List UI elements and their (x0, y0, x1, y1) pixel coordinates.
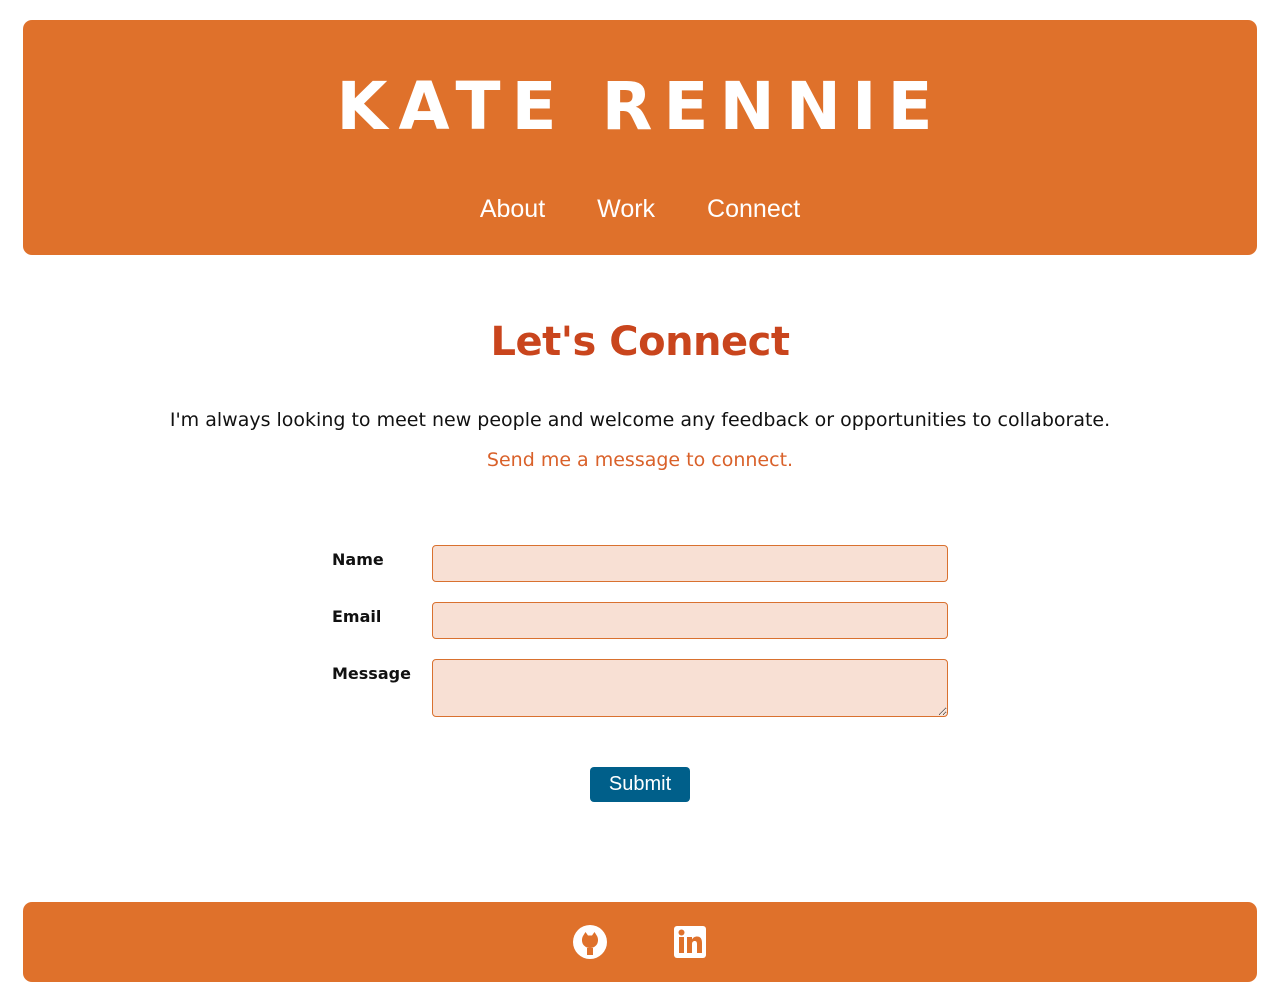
message-label: Message (332, 664, 411, 683)
email-field[interactable] (432, 602, 948, 639)
page-heading: Let's Connect (490, 319, 790, 365)
intro-text: I'm always looking to meet new people an… (169, 409, 1111, 431)
nav-link-connect[interactable]: Connect (707, 194, 800, 224)
github-icon (573, 925, 607, 959)
submit-button[interactable]: Submit (590, 767, 690, 802)
message-field[interactable] (432, 659, 948, 717)
cta-text: Send me a message to connect. (486, 449, 794, 471)
email-label: Email (332, 607, 382, 626)
name-label: Name (332, 550, 384, 569)
github-link[interactable] (572, 924, 608, 960)
site-footer (23, 902, 1257, 982)
site-header: KATE RENNIE About Work Connect (23, 20, 1257, 255)
site-title: KATE RENNIE (336, 68, 944, 145)
nav-link-about[interactable]: About (480, 194, 545, 224)
name-field[interactable] (432, 545, 948, 582)
nav-link-work[interactable]: Work (597, 194, 655, 224)
linkedin-icon (674, 926, 706, 958)
main-nav: About Work Connect (23, 194, 1257, 224)
linkedin-link[interactable] (672, 924, 708, 960)
